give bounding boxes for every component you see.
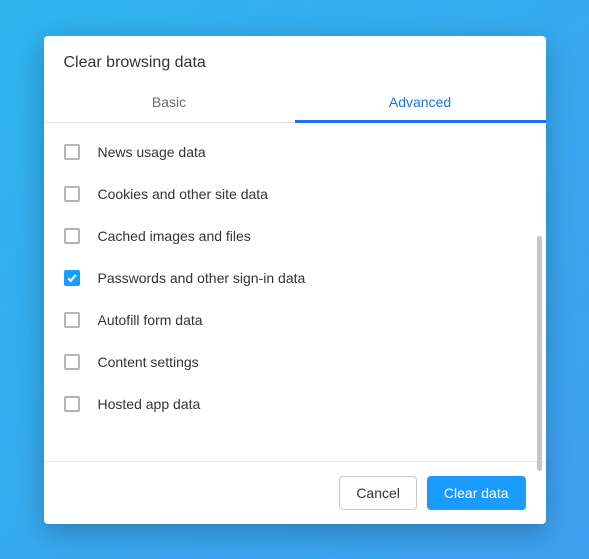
- list-item: Hosted app data: [44, 383, 546, 425]
- tab-basic[interactable]: Basic: [44, 84, 295, 122]
- checkbox-cached-images[interactable]: [64, 228, 80, 244]
- list-item: Autofill form data: [44, 299, 546, 341]
- option-label: Cached images and files: [98, 228, 251, 244]
- option-label: Cookies and other site data: [98, 186, 268, 202]
- option-label: Content settings: [98, 354, 199, 370]
- checkbox-hosted-app-data[interactable]: [64, 396, 80, 412]
- dialog-footer: Cancel Clear data: [44, 461, 546, 524]
- clear-data-button[interactable]: Clear data: [427, 476, 526, 510]
- list-item: Cached images and files: [44, 215, 546, 257]
- option-label: News usage data: [98, 144, 206, 160]
- checkbox-content-settings[interactable]: [64, 354, 80, 370]
- list-item: Content settings: [44, 341, 546, 383]
- clear-browsing-data-dialog: Clear browsing data Basic Advanced News …: [44, 36, 546, 524]
- scrollbar[interactable]: [537, 236, 542, 471]
- dialog-title: Clear browsing data: [44, 36, 546, 84]
- option-label: Hosted app data: [98, 396, 201, 412]
- list-item: News usage data: [44, 131, 546, 173]
- tabs: Basic Advanced: [44, 84, 546, 123]
- check-icon: [67, 273, 77, 283]
- list-item: Passwords and other sign-in data: [44, 257, 546, 299]
- checkbox-passwords[interactable]: [64, 270, 80, 286]
- checkbox-cookies[interactable]: [64, 186, 80, 202]
- checkbox-autofill[interactable]: [64, 312, 80, 328]
- list-item: Cookies and other site data: [44, 173, 546, 215]
- tab-label: Basic: [152, 94, 186, 110]
- option-label: Passwords and other sign-in data: [98, 270, 306, 286]
- options-list: News usage data Cookies and other site d…: [44, 123, 546, 461]
- cancel-button[interactable]: Cancel: [339, 476, 417, 510]
- tab-advanced[interactable]: Advanced: [295, 84, 546, 122]
- option-label: Autofill form data: [98, 312, 203, 328]
- checkbox-news-usage-data[interactable]: [64, 144, 80, 160]
- tab-label: Advanced: [389, 94, 451, 110]
